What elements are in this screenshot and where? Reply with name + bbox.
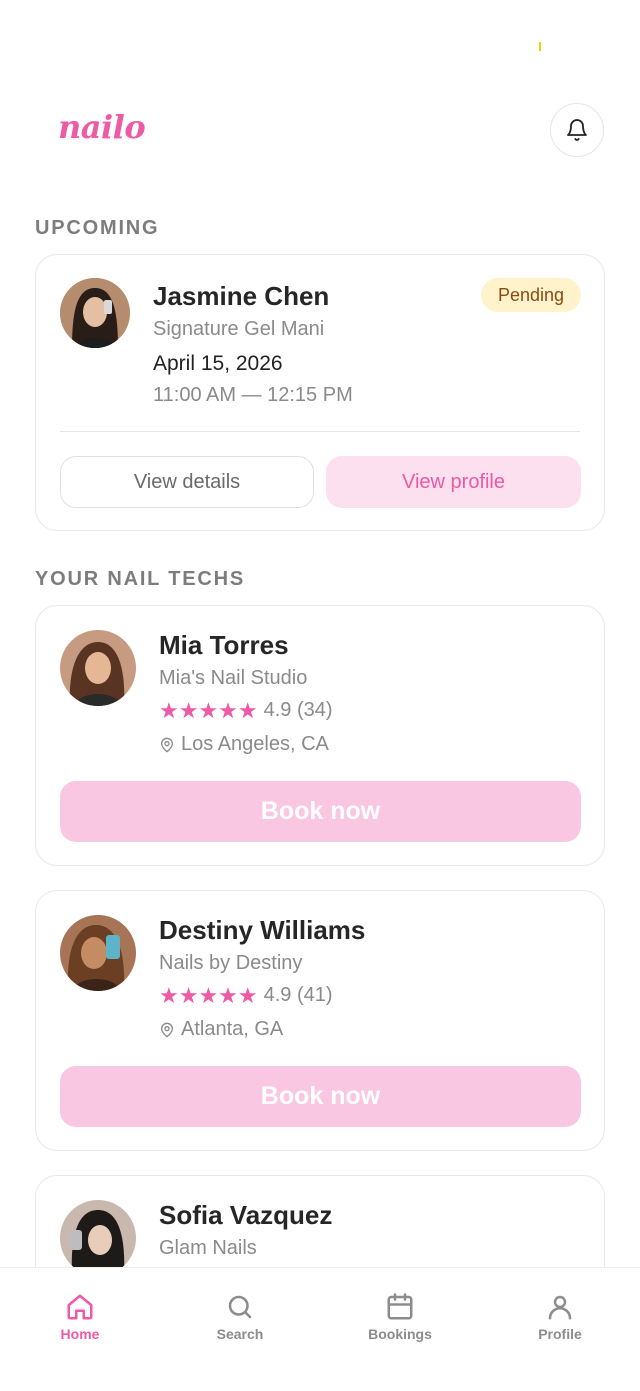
location-pin-icon (161, 1022, 173, 1037)
search-icon (228, 1295, 252, 1319)
rating-value: 4.9 (41) (263, 984, 333, 1006)
tech-salon: Glam Nails (159, 1237, 257, 1259)
bell-icon (567, 119, 587, 141)
tab-profile[interactable]: Profile (500, 1292, 620, 1342)
tech-location: Atlanta, GA (159, 1018, 283, 1041)
tech-name: Mia Torres (159, 630, 289, 660)
location-pin-icon (161, 737, 173, 752)
book-now-button[interactable]: Book now (60, 1066, 581, 1127)
appointment-date: April 15, 2026 (153, 352, 283, 375)
avatar (60, 278, 130, 348)
book-now-button[interactable]: Book now (60, 781, 581, 842)
home-icon (67, 1294, 93, 1320)
tech-location: Los Angeles, CA (159, 733, 329, 756)
bottom-tab-bar: Home Search Bookings Profile (0, 1267, 640, 1391)
section-title-upcoming: UPCOMING (35, 217, 160, 239)
tab-label: Profile (538, 1326, 582, 1342)
rating-value: 4.9 (34) (263, 699, 333, 721)
tab-bookings[interactable]: Bookings (340, 1292, 460, 1342)
tab-label: Home (60, 1326, 100, 1342)
notifications-button[interactable] (550, 103, 604, 157)
avatar (60, 915, 136, 991)
tech-salon: Mia's Nail Studio (159, 667, 308, 689)
tab-search[interactable]: Search (180, 1292, 300, 1342)
calendar-icon (387, 1293, 413, 1320)
tech-salon: Nails by Destiny (159, 952, 303, 974)
location-text: Atlanta, GA (181, 1018, 284, 1040)
tech-card[interactable]: Destiny Williams Nails by Destiny ★★★★★ … (35, 890, 605, 1151)
tech-card[interactable]: Mia Torres Mia's Nail Studio ★★★★★ 4.9 (… (35, 605, 605, 866)
status-indicator (539, 42, 541, 51)
view-details-button[interactable]: View details (60, 456, 314, 508)
tab-home[interactable]: Home (20, 1292, 140, 1342)
location-text: Los Angeles, CA (181, 733, 329, 755)
avatar (60, 630, 136, 706)
user-icon (548, 1295, 572, 1320)
appointment-time: 11:00 AM — 12:15 PM (153, 384, 353, 406)
star-rating-icon: ★★★★★ (159, 982, 258, 1008)
tech-name: Sofia Vazquez (159, 1200, 333, 1230)
view-profile-button[interactable]: View profile (326, 456, 581, 508)
tech-rating: ★★★★★ 4.9 (34) (159, 699, 333, 722)
tech-rating: ★★★★★ 4.9 (41) (159, 984, 333, 1007)
divider (60, 431, 580, 432)
appointment-card: Jasmine Chen Pending Signature Gel Mani … (35, 254, 605, 531)
avatar (60, 1200, 136, 1276)
app-logo: nailo (58, 108, 146, 146)
tech-name: Destiny Williams (159, 915, 366, 945)
section-title-nail-techs: YOUR NAIL TECHS (35, 568, 245, 590)
service-name: Signature Gel Mani (153, 318, 325, 340)
tab-label: Search (216, 1326, 264, 1342)
status-badge: Pending (481, 278, 581, 312)
tab-label: Bookings (368, 1326, 432, 1342)
star-rating-icon: ★★★★★ (159, 697, 258, 723)
client-name: Jasmine Chen (153, 281, 330, 311)
